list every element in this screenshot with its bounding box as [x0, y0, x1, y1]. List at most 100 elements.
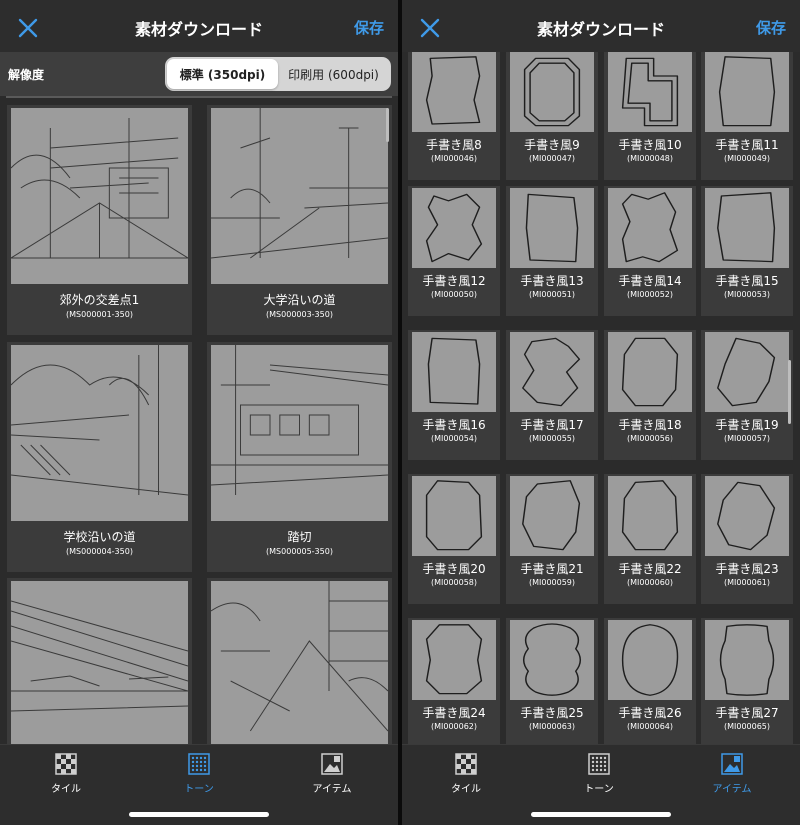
material-card[interactable] [7, 578, 192, 744]
item-name: 手書き風17 [520, 418, 584, 432]
item-icon [321, 753, 343, 775]
item-card[interactable]: 手書き風25 (MI000063) [506, 618, 598, 744]
resolution-row: 解像度 標準 (350dpi) 印刷用 (600dpi) [0, 52, 398, 96]
item-name: 手書き風15 [715, 274, 779, 288]
item-card[interactable]: 手書き風26 (MI000064) [604, 618, 696, 744]
item-thumbnail [608, 620, 692, 700]
item-thumbnail [705, 332, 789, 412]
item-card[interactable]: 手書き風14 (MI000052) [604, 186, 696, 316]
home-indicator[interactable] [129, 812, 269, 817]
home-indicator[interactable] [531, 812, 671, 817]
tab-label: タイル [451, 784, 481, 795]
item-thumbnail [412, 620, 496, 700]
material-card[interactable]: 踏切 (MS000005-350) [207, 342, 392, 572]
top-bar: 素材ダウンロード 保存 [0, 0, 398, 52]
tab-tile[interactable]: タイル [21, 753, 111, 795]
item-card[interactable]: 手書き風13 (MI000051) [506, 186, 598, 316]
tab-tone[interactable]: トーン [554, 753, 644, 795]
material-card[interactable]: 学校沿いの道 (MS000004-350) [7, 342, 192, 572]
tab-label: トーン [184, 784, 214, 795]
close-icon [420, 18, 440, 38]
item-card[interactable]: 手書き風19 (MI000057) [701, 330, 793, 460]
item-name: 手書き風18 [618, 418, 682, 432]
item-thumbnail [705, 52, 789, 132]
material-card[interactable]: 郊外の交差点1 (MS000001-350) [7, 105, 192, 335]
item-card[interactable]: 手書き風16 (MI000054) [408, 330, 500, 460]
material-card[interactable]: 大学沿いの道 (MS000003-350) [207, 105, 392, 335]
item-thumbnail [510, 332, 594, 412]
material-name: 大学沿いの道 [263, 293, 336, 307]
left-screen: 素材ダウンロード 保存 解像度 標準 (350dpi) 印刷用 (600dpi)… [0, 0, 398, 825]
item-name: 手書き風26 [618, 706, 682, 720]
right-screen: 素材ダウンロード 保存 手書き風8 (MI000046) 手書き風9 (MI00004… [402, 0, 800, 825]
item-code: (MI000055) [528, 434, 576, 443]
item-thumbnail [510, 188, 594, 268]
save-button[interactable]: 保存 [354, 17, 384, 38]
item-thumbnail [412, 52, 496, 132]
item-name: 手書き風12 [422, 274, 486, 288]
tab-item[interactable]: アイテム [287, 753, 377, 795]
page-title: 素材ダウンロード [134, 20, 263, 39]
material-thumbnail [11, 345, 188, 521]
item-name: 手書き風14 [618, 274, 682, 288]
close-button[interactable] [416, 14, 444, 42]
item-card[interactable]: 手書き風12 (MI000050) [408, 186, 500, 316]
item-name: 手書き風19 [715, 418, 779, 432]
item-card[interactable]: 手書き風10 (MI000048) [604, 52, 696, 180]
item-code: (MI000047) [528, 154, 576, 163]
item-code: (MI000050) [430, 290, 478, 299]
item-thumbnail [412, 188, 496, 268]
resolution-option-standard[interactable]: 標準 (350dpi) [167, 59, 278, 89]
save-button[interactable]: 保存 [756, 17, 786, 38]
item-code: (MI000054) [430, 434, 478, 443]
item-card[interactable]: 手書き風17 (MI000055) [506, 330, 598, 460]
item-name: 手書き風21 [520, 562, 584, 576]
material-grid[interactable]: 郊外の交差点1 (MS000001-350) 大学沿いの道 (MS000003-350… [0, 100, 398, 744]
item-code: (MI000052) [626, 290, 674, 299]
tab-label: アイテム [312, 784, 352, 795]
item-card[interactable]: 手書き風8 (MI000046) [408, 52, 500, 180]
item-card[interactable]: 手書き風11 (MI000049) [701, 52, 793, 180]
item-grid[interactable]: 手書き風8 (MI000046) 手書き風9 (MI000047) 手書き風10 (MI0… [402, 52, 800, 744]
item-name: 手書き風9 [524, 138, 580, 152]
item-card[interactable]: 手書き風27 (MI000065) [701, 618, 793, 744]
tab-tile[interactable]: タイル [421, 753, 511, 795]
item-thumbnail [510, 476, 594, 556]
item-card[interactable]: 手書き風18 (MI000056) [604, 330, 696, 460]
item-code: (MI000053) [723, 290, 771, 299]
item-card[interactable]: 手書き風22 (MI000060) [604, 474, 696, 604]
item-thumbnail [608, 476, 692, 556]
material-code: (MS000004-350) [66, 547, 133, 556]
tab-label: アイテム [712, 784, 752, 795]
resolution-segmented-control: 標準 (350dpi) 印刷用 (600dpi) [165, 57, 391, 91]
scrollbar[interactable] [386, 108, 389, 142]
tab-item[interactable]: アイテム [687, 753, 777, 795]
item-card[interactable]: 手書き風20 (MI000058) [408, 474, 500, 604]
item-code: (MI000048) [626, 154, 674, 163]
item-card[interactable]: 手書き風23 (MI000061) [701, 474, 793, 604]
item-card[interactable]: 手書き風24 (MI000062) [408, 618, 500, 744]
close-button[interactable] [14, 14, 42, 42]
tab-tone[interactable]: トーン [154, 753, 244, 795]
resolution-option-print[interactable]: 印刷用 (600dpi) [278, 59, 389, 89]
item-code: (MI000065) [723, 722, 771, 731]
item-thumbnail [510, 52, 594, 132]
item-card[interactable]: 手書き風21 (MI000059) [506, 474, 598, 604]
item-thumbnail [608, 188, 692, 268]
item-code: (MI000058) [430, 578, 478, 587]
material-name: 踏切 [287, 530, 312, 544]
divider [6, 96, 392, 98]
item-code: (MI000046) [430, 154, 478, 163]
item-code: (MI000064) [626, 722, 674, 731]
item-name: 手書き風13 [520, 274, 584, 288]
item-code: (MI000063) [528, 722, 576, 731]
item-name: 手書き風20 [422, 562, 486, 576]
item-thumbnail [705, 620, 789, 700]
material-thumbnail [11, 108, 188, 284]
material-card[interactable] [207, 578, 392, 744]
resolution-label: 解像度 [8, 68, 45, 82]
item-thumbnail [412, 332, 496, 412]
item-card[interactable]: 手書き風9 (MI000047) [506, 52, 598, 180]
item-card[interactable]: 手書き風15 (MI000053) [701, 186, 793, 316]
scrollbar[interactable] [788, 360, 791, 424]
